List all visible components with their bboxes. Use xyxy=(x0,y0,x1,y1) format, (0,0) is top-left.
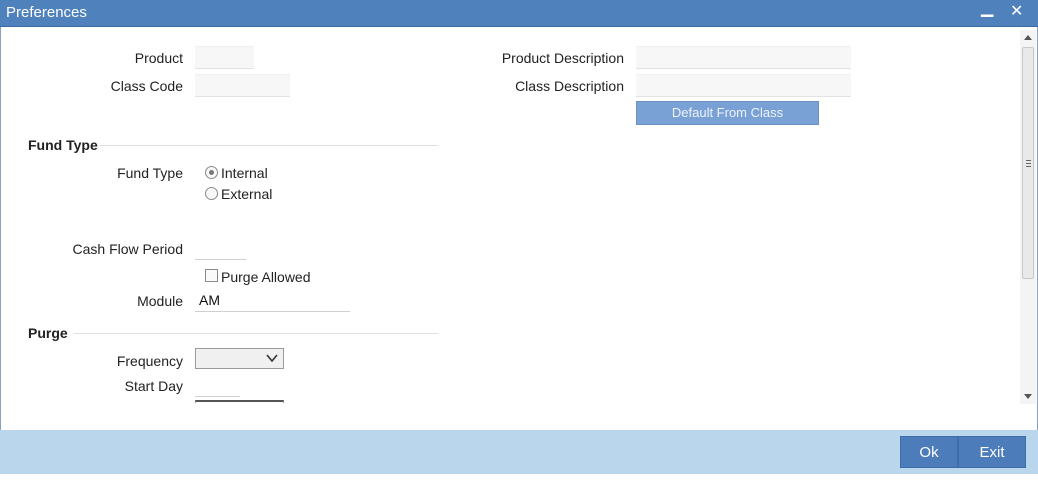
radio-selected-dot xyxy=(209,170,214,175)
fund-type-external-radio[interactable] xyxy=(205,187,218,200)
purge-section-heading: Purge xyxy=(28,325,68,341)
cash-flow-period-field[interactable] xyxy=(195,238,246,260)
start-day-field[interactable] xyxy=(195,376,240,397)
frequency-select[interactable] xyxy=(195,348,284,369)
window-titlebar: Preferences ▁ ✕ xyxy=(0,0,1038,27)
dialog-footer: Ok Exit xyxy=(0,430,1038,474)
class-code-label: Class Code xyxy=(110,78,183,94)
product-label: Product xyxy=(134,50,183,66)
fund-type-label: Fund Type xyxy=(117,165,183,181)
product-description-field[interactable] xyxy=(636,46,851,69)
frequency-label: Frequency xyxy=(116,353,183,369)
class-code-field[interactable] xyxy=(195,74,290,97)
product-field[interactable] xyxy=(195,46,254,69)
window-bottom-edge xyxy=(0,474,1038,483)
fund-type-section-heading: Fund Type xyxy=(28,137,98,153)
class-description-label: Class Description xyxy=(515,78,624,94)
product-description-label: Product Description xyxy=(501,50,624,66)
fund-type-external-label: External xyxy=(221,186,273,202)
cash-flow-period-label: Cash Flow Period xyxy=(72,241,184,257)
scroll-up-arrow-icon[interactable] xyxy=(1024,35,1032,40)
module-value: AM xyxy=(199,292,220,308)
grip-icon xyxy=(1026,160,1031,167)
partial-field-cutoff xyxy=(195,400,284,403)
module-field[interactable]: AM xyxy=(195,289,350,312)
exit-button[interactable]: Exit xyxy=(958,436,1026,468)
minimize-icon[interactable]: ▁ xyxy=(981,0,993,18)
module-label: Module xyxy=(137,293,183,309)
vertical-scrollbar[interactable] xyxy=(1020,30,1036,404)
fund-type-internal-radio[interactable] xyxy=(205,166,218,179)
class-description-field[interactable] xyxy=(636,74,851,97)
start-day-label: Start Day xyxy=(124,378,183,394)
chevron-down-icon xyxy=(265,351,279,368)
purge-divider xyxy=(74,333,438,334)
close-icon[interactable]: ✕ xyxy=(1010,1,1023,21)
purge-allowed-label: Purge Allowed xyxy=(221,269,311,285)
purge-allowed-checkbox[interactable] xyxy=(205,269,218,282)
scroll-thumb[interactable] xyxy=(1022,47,1034,279)
window-title: Preferences xyxy=(6,4,87,21)
default-from-class-button[interactable]: Default From Class xyxy=(636,101,819,125)
ok-button[interactable]: Ok xyxy=(900,436,958,468)
fund-type-internal-label: Internal xyxy=(221,165,268,181)
fund-type-divider xyxy=(100,145,438,146)
scroll-down-arrow-icon[interactable] xyxy=(1024,394,1032,399)
